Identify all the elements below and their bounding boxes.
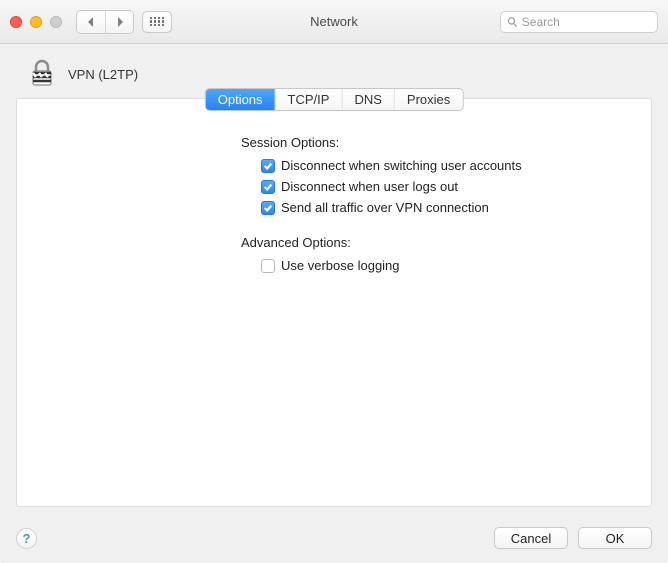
- back-button[interactable]: [77, 11, 105, 33]
- tab-proxies[interactable]: Proxies: [395, 89, 462, 110]
- checkbox-verbose-logging[interactable]: [261, 259, 275, 273]
- minimize-window-button[interactable]: [30, 16, 42, 28]
- show-all-button[interactable]: [142, 11, 172, 33]
- search-icon: [507, 16, 518, 28]
- option-label: Send all traffic over VPN connection: [281, 200, 489, 215]
- search-input[interactable]: [522, 15, 651, 29]
- ok-button[interactable]: OK: [578, 527, 652, 549]
- chevron-right-icon: [116, 17, 124, 27]
- help-button[interactable]: ?: [16, 528, 37, 549]
- option-verbose-logging[interactable]: Use verbose logging: [261, 258, 627, 273]
- titlebar: Network: [0, 0, 668, 44]
- forward-button[interactable]: [105, 11, 133, 33]
- option-label: Disconnect when switching user accounts: [281, 158, 522, 173]
- footer: ? Cancel OK: [0, 519, 668, 563]
- check-icon: [263, 203, 273, 213]
- tab-options[interactable]: Options: [206, 89, 276, 110]
- option-label: Disconnect when user logs out: [281, 179, 458, 194]
- nav-back-forward: [76, 10, 134, 34]
- zoom-window-button[interactable]: [50, 16, 62, 28]
- tab-dns[interactable]: DNS: [342, 89, 394, 110]
- help-icon: ?: [23, 531, 31, 546]
- vpn-title: VPN (L2TP): [68, 67, 138, 82]
- check-icon: [263, 182, 273, 192]
- option-disconnect-switch-user[interactable]: Disconnect when switching user accounts: [261, 158, 627, 173]
- window-controls: [10, 16, 62, 28]
- option-label: Use verbose logging: [281, 258, 400, 273]
- advanced-options-label: Advanced Options:: [241, 235, 627, 250]
- checkbox-disconnect-switch-user[interactable]: [261, 159, 275, 173]
- grid-icon: [150, 17, 164, 27]
- chevron-left-icon: [87, 17, 95, 27]
- lock-icon: [26, 58, 58, 90]
- close-window-button[interactable]: [10, 16, 22, 28]
- tab-tcpip[interactable]: TCP/IP: [276, 89, 343, 110]
- cancel-button[interactable]: Cancel: [494, 527, 568, 549]
- body: VPN (L2TP) Options TCP/IP DNS Proxies Se…: [0, 44, 668, 519]
- checkbox-all-traffic[interactable]: [261, 201, 275, 215]
- option-all-traffic[interactable]: Send all traffic over VPN connection: [261, 200, 627, 215]
- network-preferences-window: Network VPN (L2TP) Options TCP/IP DNS Pr…: [0, 0, 668, 563]
- session-options-label: Session Options:: [241, 135, 627, 150]
- settings-panel: Options TCP/IP DNS Proxies Session Optio…: [16, 98, 652, 507]
- tab-strip: Options TCP/IP DNS Proxies: [205, 88, 464, 111]
- option-disconnect-logout[interactable]: Disconnect when user logs out: [261, 179, 627, 194]
- check-icon: [263, 161, 273, 171]
- search-field[interactable]: [500, 11, 658, 33]
- checkbox-disconnect-logout[interactable]: [261, 180, 275, 194]
- panel-content: Session Options: Disconnect when switchi…: [17, 99, 651, 299]
- vpn-header: VPN (L2TP): [16, 58, 652, 90]
